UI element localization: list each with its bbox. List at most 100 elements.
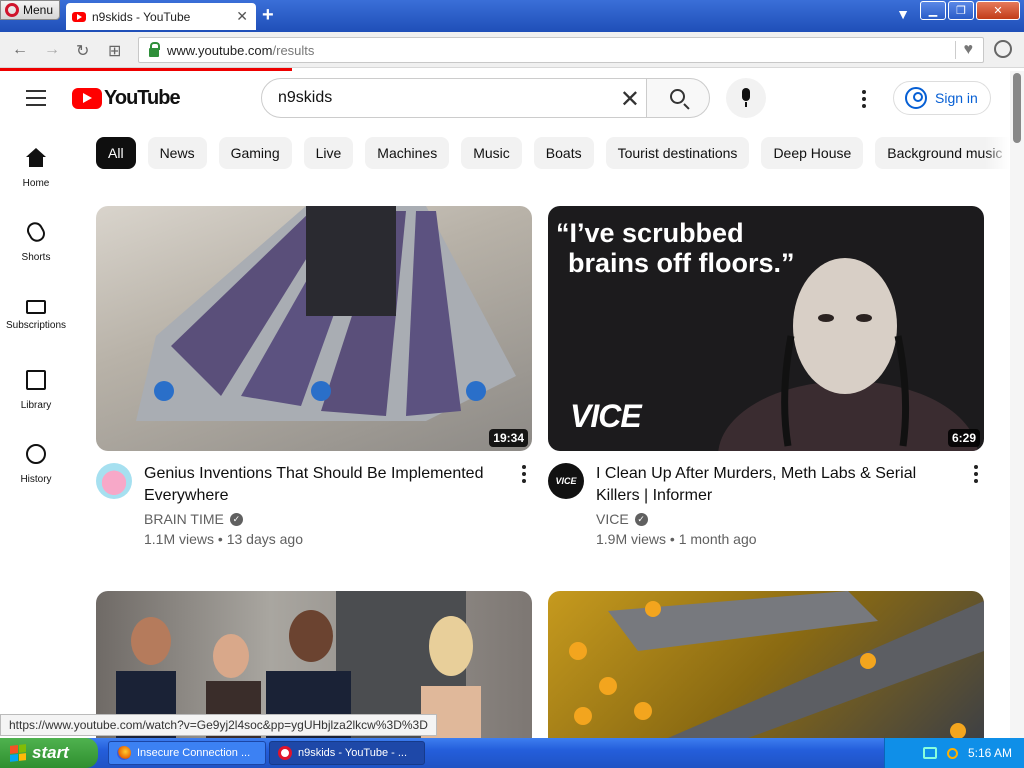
- clear-search-icon[interactable]: ✕: [620, 85, 640, 114]
- settings-kebab-icon[interactable]: [862, 90, 868, 111]
- status-link-preview: https://www.youtube.com/watch?v=Ge9yj2l4…: [0, 714, 437, 736]
- search-tray-icon[interactable]: [946, 747, 958, 759]
- nav-item-subscriptions[interactable]: Subscriptions: [0, 288, 72, 362]
- hamburger-menu-icon[interactable]: [26, 90, 46, 106]
- chip-tourist-destinations[interactable]: Tourist destinations: [605, 137, 750, 169]
- chip-gaming[interactable]: Gaming: [218, 137, 292, 169]
- menu-label: Menu: [23, 3, 54, 17]
- forward-arrow-icon[interactable]: →: [44, 41, 60, 59]
- chip-boats[interactable]: Boats: [533, 137, 594, 169]
- address-bar[interactable]: www.youtube.com/results ♥: [138, 37, 984, 63]
- thumbnail-quote: “I’ve scrubbed brains off floors.”: [556, 218, 795, 278]
- subscriptions-icon: [26, 300, 46, 314]
- tab-close-icon[interactable]: ✕: [236, 8, 248, 25]
- taskbar-item-label: n9skids - YouTube - ...: [298, 747, 408, 759]
- channel-avatar[interactable]: VICE: [548, 463, 584, 499]
- back-arrow-icon[interactable]: ←: [12, 41, 28, 59]
- chip-deep-house[interactable]: Deep House: [761, 137, 864, 169]
- channel-name[interactable]: VICE: [596, 511, 629, 527]
- tab-title: n9skids - YouTube: [92, 9, 191, 24]
- sign-in-label: Sign in: [935, 90, 978, 106]
- reload-icon[interactable]: ↻: [76, 41, 89, 61]
- windows-flag-icon: [10, 744, 26, 762]
- channel-name[interactable]: BRAIN TIME: [144, 511, 224, 527]
- search-input[interactable]: n9skids ✕: [261, 78, 647, 118]
- lock-icon: [149, 41, 160, 57]
- chip-news[interactable]: News: [147, 137, 207, 169]
- chip-music[interactable]: Music: [461, 137, 522, 169]
- channel-avatar[interactable]: [96, 463, 132, 499]
- maximize-button[interactable]: ❐: [948, 1, 974, 20]
- video-action-menu-icon[interactable]: [974, 465, 978, 486]
- library-icon: [26, 370, 46, 390]
- video-meta: 1.1M views • 13 days ago: [144, 531, 303, 547]
- sign-in-button[interactable]: Sign in: [893, 81, 991, 115]
- opera-icon: [5, 3, 19, 17]
- logo-text: YouTube: [104, 87, 181, 109]
- conveyor-thumbnail-image: [136, 206, 516, 421]
- tab-menu-icon[interactable]: ▼: [896, 6, 910, 22]
- nav-label-shorts: Shorts: [21, 252, 51, 263]
- browser-title-bar: Menu n9skids - YouTube ✕ + ▼ ▁ ❐ ✕: [0, 0, 1024, 32]
- youtube-play-icon: [72, 88, 102, 109]
- system-tray: 5:16 AM: [884, 738, 1024, 768]
- youtube-header: YouTube n9skids ✕ Sign in: [0, 71, 1010, 127]
- video-thumbnail[interactable]: “I’ve scrubbed brains off floors.” VICE …: [548, 206, 984, 451]
- video-thumbnail[interactable]: 19:34: [96, 206, 532, 451]
- egg-machine-thumbnail-image: [569, 591, 984, 738]
- video-title[interactable]: Genius Inventions That Should Be Impleme…: [144, 463, 504, 507]
- speed-dial-grid-icon[interactable]: ⊞: [108, 41, 121, 61]
- home-icon: [26, 148, 46, 168]
- thumbnail-quote-line-2: brains off floors.”: [568, 248, 795, 278]
- nav-label-history: History: [20, 474, 52, 485]
- youtube-favicon-icon: [72, 11, 86, 22]
- user-circle-icon: [905, 87, 927, 109]
- account-icon[interactable]: [994, 40, 1012, 58]
- nav-item-library[interactable]: Library: [0, 362, 72, 436]
- chip-all[interactable]: All: [96, 137, 136, 169]
- chip-live[interactable]: Live: [303, 137, 354, 169]
- close-window-button[interactable]: ✕: [976, 1, 1020, 20]
- network-icon[interactable]: [922, 747, 937, 759]
- nav-item-history[interactable]: History: [0, 436, 72, 510]
- address-toolbar: ← → ↻ ⊞ www.youtube.com/results ♥: [0, 32, 1024, 68]
- window-controls: ▁ ❐ ✕: [920, 1, 1020, 20]
- opera-menu-button[interactable]: Menu: [0, 0, 60, 20]
- video-duration: 6:29: [947, 429, 980, 447]
- voice-search-mic-icon[interactable]: [726, 78, 766, 118]
- verified-check-icon: ✓: [634, 512, 648, 526]
- firefox-icon: [117, 746, 131, 760]
- start-button[interactable]: start: [0, 738, 98, 768]
- nav-label-library: Library: [20, 400, 52, 411]
- video-action-menu-icon[interactable]: [522, 465, 526, 486]
- video-duration: 19:34: [489, 429, 528, 447]
- video-title[interactable]: I Clean Up After Murders, Meth Labs & Se…: [596, 463, 956, 507]
- new-tab-button[interactable]: +: [262, 4, 274, 27]
- avatar-logo-text: VICE: [555, 476, 577, 486]
- browser-tab-youtube[interactable]: n9skids - YouTube ✕: [66, 3, 256, 30]
- channel-name-row: VICE ✓: [596, 511, 648, 527]
- minimize-button[interactable]: ▁: [920, 1, 946, 20]
- chips-fade: [985, 137, 1010, 171]
- taskbar-item-label: Insecure Connection ...: [137, 747, 251, 759]
- left-mini-guide: Home Shorts Subscriptions Library Histor…: [0, 140, 72, 510]
- search-button[interactable]: [646, 78, 710, 118]
- vice-logo: VICE: [570, 398, 642, 434]
- video-meta: 1.9M views • 1 month ago: [596, 531, 757, 547]
- nav-item-home[interactable]: Home: [0, 140, 72, 214]
- thumbnail-quote-line-1: “I’ve scrubbed: [556, 218, 744, 248]
- taskbar-item-opera[interactable]: n9skids - YouTube - ...: [269, 741, 425, 765]
- verified-check-icon: ✓: [229, 512, 243, 526]
- taskbar-item-firefox[interactable]: Insecure Connection ...: [108, 741, 266, 765]
- youtube-logo[interactable]: YouTube: [72, 87, 181, 110]
- scrollbar-thumb[interactable]: [1013, 73, 1021, 143]
- video-thumbnail[interactable]: [548, 591, 984, 738]
- filter-chips-bar: All News Gaming Live Machines Music Boat…: [96, 137, 1010, 171]
- chip-machines[interactable]: Machines: [365, 137, 450, 169]
- url-path: /results: [272, 42, 315, 58]
- bookmark-heart-icon[interactable]: ♥: [954, 41, 973, 59]
- page-scrollbar[interactable]: [1010, 71, 1024, 738]
- search-icon: [670, 89, 685, 104]
- nav-item-shorts[interactable]: Shorts: [0, 214, 72, 288]
- nav-label-home: Home: [22, 178, 50, 189]
